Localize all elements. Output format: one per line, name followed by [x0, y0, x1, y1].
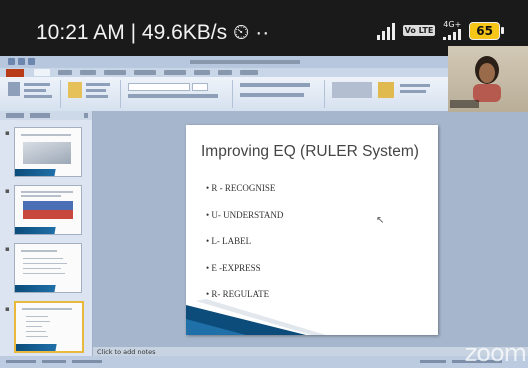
bullet-item: • L- LABEL — [206, 236, 283, 263]
status-time-row: 10:21 AM | 49.6KB/s ⏲ ·· — [36, 21, 269, 45]
bullet-text: U- UNDERSTAND — [211, 209, 284, 220]
bullet-text: L- LABEL — [211, 236, 252, 246]
theme-indicator — [42, 360, 66, 363]
bullet-item: • U- UNDERSTAND — [206, 210, 283, 237]
ribbon-separator — [232, 80, 233, 108]
volte-icon: Vo LTE — [402, 25, 436, 36]
tab-insert[interactable] — [58, 70, 72, 75]
undo-icon[interactable] — [18, 58, 25, 65]
font-group[interactable] — [126, 80, 226, 102]
tab-transitions[interactable] — [104, 70, 126, 75]
window-title — [190, 60, 300, 64]
slide-editor: Improving EQ (RULER System) • R - RECOGN… — [93, 111, 528, 356]
bullet-item: • R - RECOGNISE — [206, 183, 283, 210]
bullet-item: • E -EXPRESS — [206, 263, 283, 290]
participant-name — [450, 100, 480, 108]
current-slide[interactable]: Improving EQ (RULER System) • R - RECOGN… — [186, 125, 438, 335]
quick-access-toolbar[interactable] — [8, 58, 35, 65]
drawing-group[interactable] — [330, 80, 440, 102]
tab-format[interactable] — [240, 70, 258, 75]
mobile-data-icon: 4G+ — [443, 20, 462, 40]
slide-thumbnail[interactable] — [14, 243, 82, 293]
slide-accent-shape — [186, 299, 326, 335]
slide-thumbnail-selected[interactable] — [14, 301, 84, 353]
redo-icon[interactable] — [28, 58, 35, 65]
notes-field[interactable]: Click to add notes — [97, 348, 155, 356]
screen: 10:21 AM | 49.6KB/s ⏲ ·· Vo LTE 4G+ 65 ▪… — [0, 0, 528, 368]
slides-group[interactable] — [66, 80, 116, 102]
slides-outline-tabs — [0, 111, 92, 120]
slide-title[interactable]: Improving EQ (RULER System) — [201, 143, 419, 161]
slide-thumbnail[interactable] — [14, 127, 82, 177]
tab-review[interactable] — [194, 70, 210, 75]
tab-view[interactable] — [218, 70, 232, 75]
application-status-bar — [0, 356, 528, 368]
zoom-logo: zoom — [464, 339, 527, 367]
slide-number: ▪ — [5, 305, 10, 313]
slide-number: ▪ — [5, 245, 10, 253]
language-indicator — [72, 360, 102, 363]
tab-outline[interactable] — [30, 113, 50, 118]
network-type-label: 4G+ — [443, 20, 462, 29]
bullet-text: E -EXPRESS — [211, 262, 261, 273]
close-pane-icon[interactable] — [84, 113, 88, 118]
file-tab[interactable] — [6, 69, 24, 77]
tab-slide-show[interactable] — [164, 70, 186, 75]
slides-pane: ▪ ▪ ▪ ▪ — [0, 111, 93, 358]
battery-level: 65 — [469, 21, 500, 40]
slide-thumbnail[interactable] — [14, 185, 82, 235]
tab-design[interactable] — [80, 70, 96, 75]
tab-home[interactable] — [34, 69, 50, 76]
tab-slides[interactable] — [6, 113, 24, 118]
ribbon-separator — [120, 80, 121, 108]
slide-number: ▪ — [5, 129, 10, 137]
view-buttons[interactable] — [420, 360, 446, 363]
status-icons: Vo LTE 4G+ 65 — [376, 20, 504, 40]
signal-strength-icon — [376, 22, 395, 40]
network-speed: 49.6KB/s — [141, 21, 228, 44]
bullet-text: R - RECOGNISE — [211, 183, 276, 193]
alarm-icon: ⏲ — [232, 21, 250, 44]
ribbon-separator — [324, 80, 325, 108]
clipboard-group[interactable] — [6, 80, 56, 102]
slide-indicator — [6, 360, 36, 363]
mouse-pointer-icon: ↖ — [376, 215, 385, 226]
paragraph-group[interactable] — [238, 80, 318, 102]
participant-video[interactable] — [448, 46, 528, 112]
participant-avatar — [473, 56, 501, 102]
battery-icon: 65 — [469, 21, 504, 40]
separator: | — [130, 21, 137, 44]
ribbon-separator — [60, 80, 61, 108]
tab-animations[interactable] — [134, 70, 156, 75]
clock: 10:21 AM — [36, 21, 125, 44]
save-icon[interactable] — [8, 58, 15, 65]
slide-number: ▪ — [5, 187, 10, 195]
more-notifications-icon: ·· — [255, 21, 270, 44]
